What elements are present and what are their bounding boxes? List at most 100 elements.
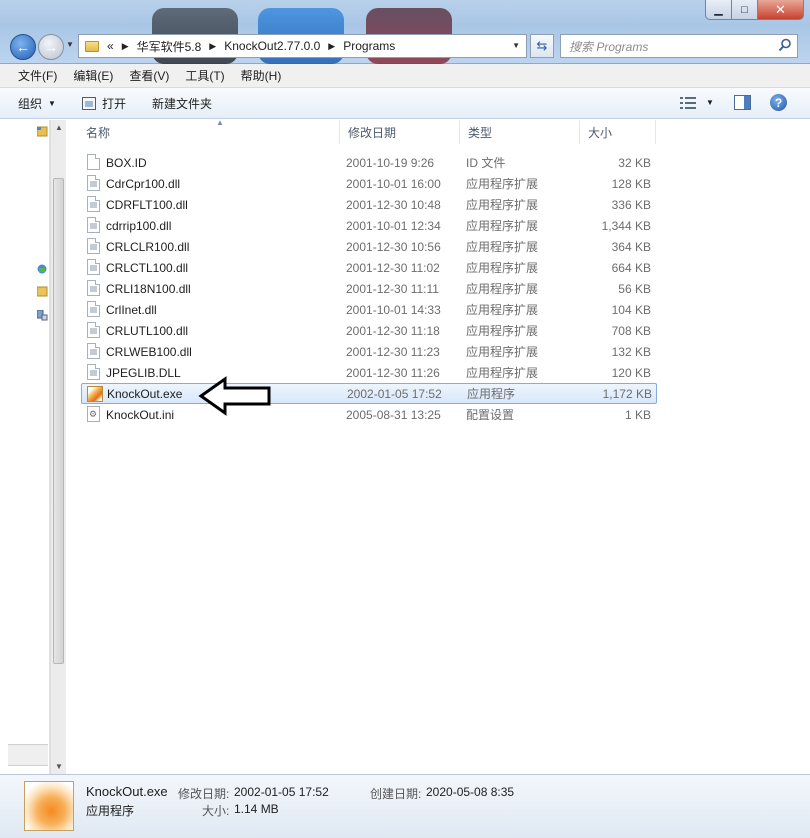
menu-bar: 文件(F) 编辑(E) 查看(V) 工具(T) 帮助(H) bbox=[0, 64, 810, 88]
navigation-pane[interactable] bbox=[0, 120, 50, 774]
folder-icon bbox=[85, 40, 99, 52]
file-type: 应用程序 bbox=[467, 387, 516, 401]
chevron-right-icon[interactable]: ▶ bbox=[328, 41, 335, 52]
file-row[interactable]: JPEGLIB.DLL 2001-12-30 11:26 应用程序扩展 120 KB bbox=[81, 362, 657, 383]
file-name: JPEGLIB.DLL bbox=[106, 365, 181, 380]
organize-label: 组织 bbox=[18, 96, 43, 111]
view-options-dropdown[interactable]: ▼ bbox=[706, 98, 714, 107]
new-folder-label: 新建文件夹 bbox=[151, 96, 212, 111]
preview-pane-icon[interactable] bbox=[734, 95, 751, 110]
column-date-label: 修改日期 bbox=[348, 125, 397, 140]
scrollbar-thumb[interactable] bbox=[53, 178, 64, 664]
address-bar[interactable]: « ▶ 华军软件5.8 ▶ KnockOut2.77.0.0 ▶ Program… bbox=[78, 34, 527, 58]
chevron-right-icon[interactable]: ▶ bbox=[122, 41, 129, 52]
file-name: KnockOut.ini bbox=[106, 407, 175, 422]
menu-tools[interactable]: 工具(T) bbox=[177, 65, 232, 86]
file-size: 128 KB bbox=[611, 176, 651, 191]
details-size-label: 大小: bbox=[202, 804, 230, 818]
file-type: ID 文件 bbox=[466, 156, 506, 170]
file-name: CDRFLT100.dll bbox=[106, 197, 188, 212]
file-row[interactable]: CdrCpr100.dll 2001-10-01 16:00 应用程序扩展 128 K… bbox=[81, 173, 657, 194]
breadcrumb-overflow[interactable]: « bbox=[107, 39, 114, 53]
file-row[interactable]: KnockOut.ini 2005-08-31 13:25 配置设置 1 KB bbox=[81, 404, 657, 425]
search-icon[interactable] bbox=[778, 38, 792, 52]
refresh-button[interactable]: ⇆ bbox=[530, 34, 554, 58]
file-name: CRLI18N100.dll bbox=[106, 281, 191, 296]
favorites-icon[interactable] bbox=[37, 126, 48, 137]
file-row[interactable]: CRLCTL100.dll 2001-12-30 11:02 应用程序扩展 664 K… bbox=[81, 257, 657, 278]
open-label: 打开 bbox=[101, 96, 126, 111]
file-thumbnail bbox=[24, 781, 74, 831]
new-folder-button[interactable]: 新建文件夹 bbox=[152, 95, 212, 112]
menu-file[interactable]: 文件(F) bbox=[10, 65, 65, 86]
refresh-icon: ⇆ bbox=[536, 38, 548, 53]
file-row[interactable]: CRLWEB100.dll 2001-12-30 11:23 应用程序扩展 132 K… bbox=[81, 341, 657, 362]
details-modified-value: 2002-01-05 17:52 bbox=[234, 785, 329, 799]
file-date: 2001-10-01 16:00 bbox=[346, 176, 441, 191]
help-icon[interactable]: ? bbox=[770, 94, 787, 111]
file-size: 104 KB bbox=[611, 302, 651, 317]
nav-scroll-stub bbox=[8, 744, 48, 766]
dll-icon bbox=[87, 322, 100, 338]
file-date: 2001-12-30 11:11 bbox=[346, 281, 439, 296]
file-row[interactable]: BOX.ID 2001-10-19 9:26 ID 文件 32 KB bbox=[81, 152, 657, 173]
breadcrumb-item[interactable]: Programs bbox=[343, 39, 395, 53]
file-row[interactable]: CRLUTL100.dll 2001-12-30 11:18 应用程序扩展 708 K… bbox=[81, 320, 657, 341]
open-icon bbox=[81, 96, 96, 110]
menu-help[interactable]: 帮助(H) bbox=[233, 65, 290, 86]
address-dropdown[interactable]: ▼ bbox=[512, 41, 520, 50]
breadcrumb-item[interactable]: 华军软件5.8 bbox=[137, 38, 202, 55]
column-header-type[interactable]: 类型 bbox=[460, 120, 580, 144]
file-row[interactable]: CRLI18N100.dll 2001-12-30 11:11 应用程序扩展 56 K… bbox=[81, 278, 657, 299]
computer-icon[interactable] bbox=[37, 310, 48, 321]
arrow-left-icon: ← bbox=[16, 39, 30, 55]
file-name: CRLCTL100.dll bbox=[106, 260, 189, 275]
column-header-size[interactable]: 大小 bbox=[580, 120, 656, 144]
view-options-icon[interactable] bbox=[680, 97, 696, 109]
dll-icon bbox=[87, 175, 100, 191]
open-button[interactable]: 打开 bbox=[81, 95, 126, 112]
recent-pages-dropdown[interactable]: ▼ bbox=[66, 40, 74, 49]
file-row[interactable]: CDRFLT100.dll 2001-12-30 10:48 应用程序扩展 336 K… bbox=[81, 194, 657, 215]
chevron-right-icon[interactable]: ▶ bbox=[209, 41, 216, 52]
details-created-label: 创建日期: bbox=[370, 787, 422, 801]
file-row[interactable]: CrlInet.dll 2001-10-01 14:33 应用程序扩展 104 KB bbox=[81, 299, 657, 320]
file-type: 应用程序扩展 bbox=[466, 282, 539, 296]
file-size: 56 KB bbox=[618, 281, 651, 296]
minimize-button[interactable]: ▁ bbox=[705, 0, 732, 20]
file-size: 708 KB bbox=[611, 323, 651, 338]
file-date: 2001-12-30 10:48 bbox=[346, 197, 441, 212]
organize-button[interactable]: 组织 ▼ bbox=[18, 95, 56, 112]
file-name: CdrCpr100.dll bbox=[106, 176, 181, 191]
maximize-button[interactable]: □ bbox=[732, 0, 758, 20]
file-size: 336 KB bbox=[611, 197, 651, 212]
network-icon[interactable] bbox=[37, 264, 48, 275]
file-name: cdrrip100.dll bbox=[106, 218, 172, 233]
file-type: 应用程序扩展 bbox=[466, 366, 539, 380]
file-list[interactable]: 名称 ▲ 修改日期 类型 大小 BOX.ID 2001-10-19 9:26 ID … bbox=[66, 118, 810, 774]
close-button[interactable]: ✕ bbox=[758, 0, 804, 20]
file-name: CRLWEB100.dll bbox=[106, 344, 192, 359]
column-header-date[interactable]: 修改日期 bbox=[340, 120, 460, 144]
breadcrumb-item[interactable]: KnockOut2.77.0.0 bbox=[224, 39, 320, 53]
file-row[interactable]: KnockOut.exe 2002-01-05 17:52 应用程序 1,172 KB bbox=[81, 383, 657, 404]
dll-icon bbox=[87, 259, 100, 275]
search-input[interactable]: 搜索 Programs bbox=[560, 34, 798, 58]
file-type: 应用程序扩展 bbox=[466, 219, 539, 233]
menu-edit[interactable]: 编辑(E) bbox=[65, 65, 121, 86]
file-row[interactable]: CRLCLR100.dll 2001-12-30 10:56 应用程序扩展 364 K… bbox=[81, 236, 657, 257]
search-placeholder: 搜索 Programs bbox=[569, 39, 649, 54]
scroll-down-icon[interactable]: ▼ bbox=[55, 762, 63, 771]
folder-icon[interactable] bbox=[37, 286, 48, 297]
file-row[interactable]: cdrrip100.dll 2001-10-01 12:34 应用程序扩展 1,344… bbox=[81, 215, 657, 236]
column-header-name[interactable]: 名称 ▲ bbox=[78, 118, 340, 144]
details-pane: KnockOut.exe 应用程序 修改日期: 2002-01-05 17:52… bbox=[0, 774, 810, 838]
navigation-scrollbar[interactable]: ▲ ▼ bbox=[50, 120, 66, 774]
chevron-down-icon: ▼ bbox=[48, 98, 56, 108]
dll-icon bbox=[87, 196, 100, 212]
file-date: 2001-12-30 10:56 bbox=[346, 239, 441, 254]
menu-view[interactable]: 查看(V) bbox=[121, 65, 177, 86]
back-button[interactable]: ← bbox=[10, 34, 36, 60]
forward-button[interactable]: → bbox=[38, 34, 64, 60]
scroll-up-icon[interactable]: ▲ bbox=[55, 123, 63, 132]
